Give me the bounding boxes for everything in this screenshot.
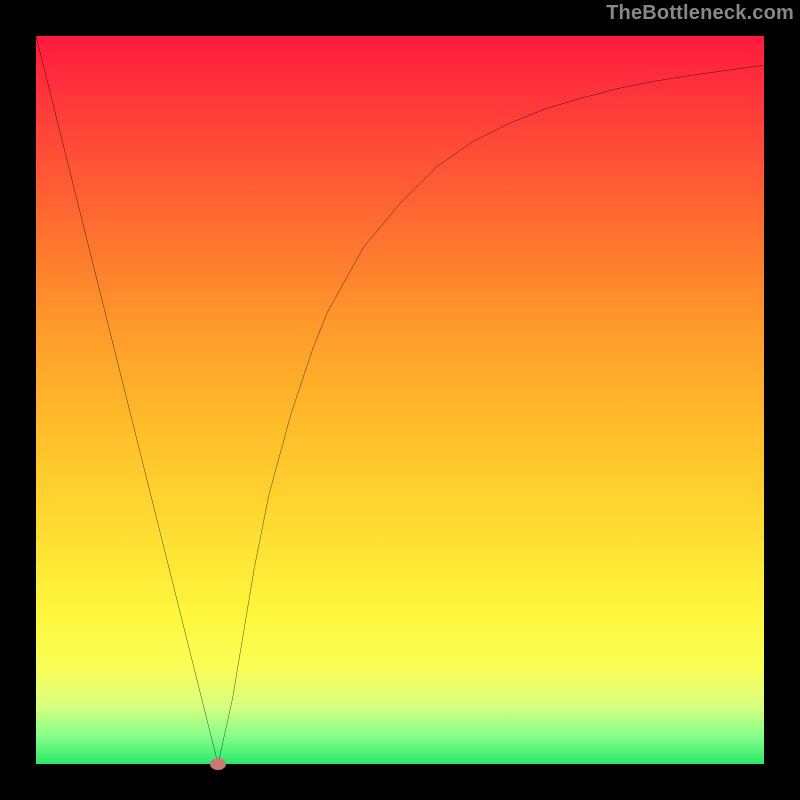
curve-svg: [36, 36, 764, 764]
chart-frame: TheBottleneck.com: [0, 0, 800, 800]
curve-path: [36, 36, 764, 764]
watermark-text: TheBottleneck.com: [606, 2, 794, 25]
plot-area: [36, 36, 764, 764]
